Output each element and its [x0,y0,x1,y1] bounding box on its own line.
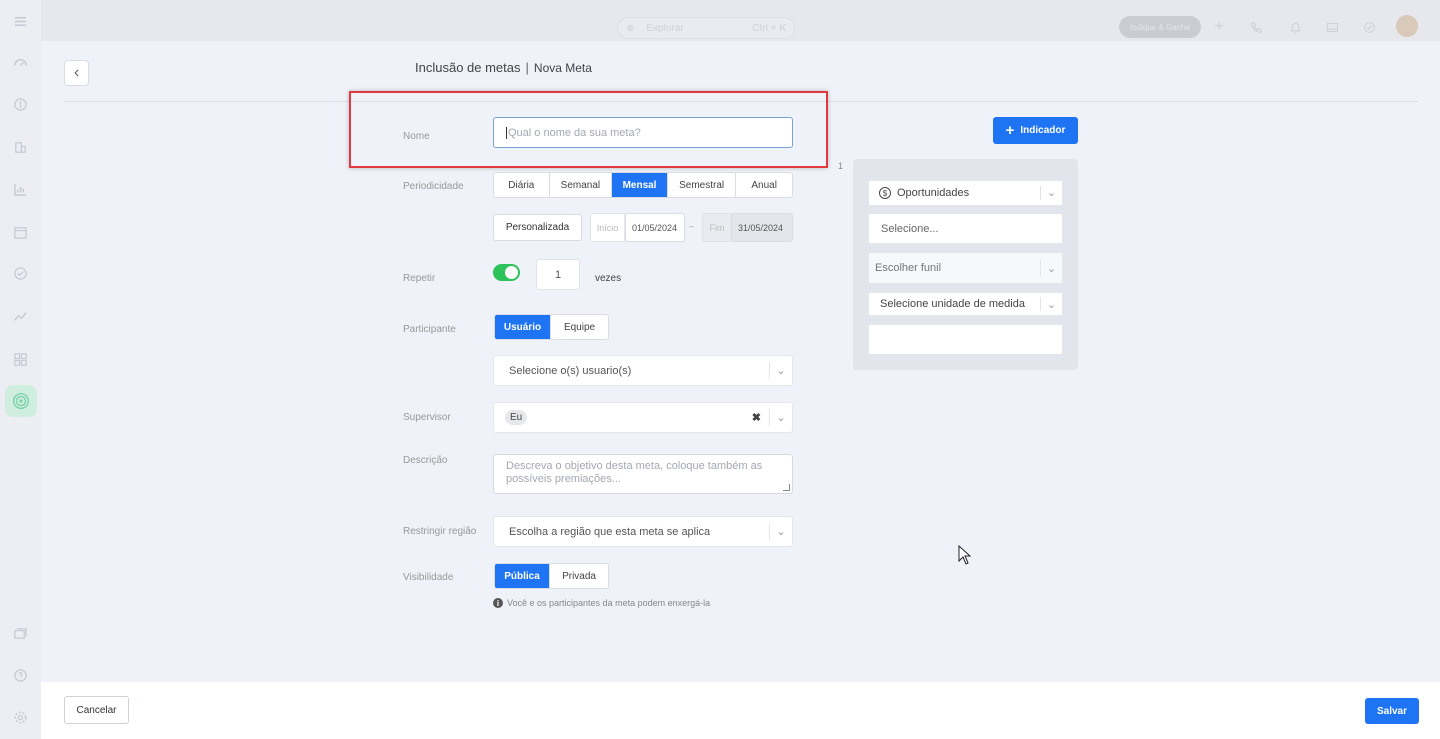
menu-icon[interactable] [12,13,29,30]
period-label: Periodicidade [403,181,464,192]
check-circle-icon[interactable] [12,265,29,282]
period-option-semester[interactable]: Semestral [668,173,737,197]
calendar-icon[interactable] [12,224,29,241]
resize-handle[interactable] [783,484,790,491]
description-textarea[interactable]: Descreva o objetivo desta meta, coloque … [493,454,793,494]
participant-label: Participante [403,324,456,335]
add-indicator-button[interactable]: + Indicador [993,117,1078,144]
start-date-input[interactable]: 01/05/2024 [625,213,685,242]
modal-footer: Cancelar Salvar [41,682,1440,739]
visibility-option-private[interactable]: Privada [550,564,608,588]
save-button[interactable]: Salvar [1365,698,1419,724]
supervisor-select[interactable]: Eu ✖ ⌄ [493,402,793,433]
date-range-separator: – [689,221,695,231]
building-icon[interactable] [12,139,29,156]
explore-search[interactable]: ⊗ Explorar Ctrl + K [617,17,795,39]
repeat-count-input[interactable]: 1 [536,259,580,290]
chevron-down-icon: ⌄ [769,522,792,541]
participant-selector: Usuário Equipe [494,314,609,340]
chevron-down-icon: ⌄ [1040,259,1062,277]
mouse-cursor-icon [958,545,972,565]
users-select[interactable]: Selecione o(s) usuario(s) ⌄ [493,355,793,386]
participant-option-team[interactable]: Equipe [551,315,608,339]
visibility-label: Visibilidade [403,572,454,583]
bell-icon[interactable] [1288,20,1302,34]
goals-icon[interactable] [5,385,37,417]
visibility-selector: Pública Privada [494,563,609,589]
chevron-down-icon: ⌄ [769,408,792,427]
supervisor-label: Supervisor [403,412,451,423]
plus-icon: + [1005,121,1015,139]
check-icon[interactable] [1362,20,1376,34]
repeat-toggle[interactable] [493,264,520,281]
indicator-type-select[interactable]: $ Oportunidades ⌄ [868,180,1063,206]
chevron-down-icon: ⌄ [1040,185,1062,201]
unit-select[interactable]: Selecione unidade de medida ⌄ [868,292,1063,316]
dashboard-icon[interactable] [12,54,29,71]
chevron-down-icon: ⌄ [1040,297,1062,311]
name-label: Nome [403,131,430,142]
indicator-target-input[interactable] [868,324,1063,355]
dollar-icon[interactable] [12,96,29,113]
chevron-down-icon: ⌄ [769,361,792,380]
goal-modal: Inclusão de metas | Nova Meta Nome Qual … [41,41,1440,739]
page-title: Inclusão de metas | Nova Meta [415,60,592,75]
repeat-suffix: vezes [595,273,622,284]
phone-icon[interactable] [1249,20,1263,34]
period-selector: Diária Semanal Mensal Semestral Anual [493,172,793,198]
end-date-label: Fim [702,213,732,242]
region-label: Restringir região [403,526,477,537]
info-icon: i [493,598,503,608]
indicator-value-select[interactable]: Selecione... [868,213,1063,244]
repeat-label: Repetir [403,273,436,284]
back-button[interactable] [64,60,89,86]
dollar-icon: $ [879,187,891,199]
header-divider [64,101,1418,102]
stack-icon[interactable] [12,624,29,641]
indique-ganhe-button[interactable]: Indique & Ganhe [1119,16,1201,38]
visibility-hint: i Você e os participantes da meta podem … [493,598,710,608]
region-select[interactable]: Escolha a região que esta meta se aplica… [493,516,793,547]
period-option-monthly[interactable]: Mensal [612,173,668,197]
text-caret [506,126,507,139]
participant-option-user[interactable]: Usuário [495,315,552,339]
trend-icon[interactable] [12,308,29,325]
left-sidebar [0,0,41,739]
start-date-label: Início [590,213,625,242]
user-avatar[interactable] [1396,15,1418,37]
period-option-yearly[interactable]: Anual [736,173,792,197]
visibility-option-public[interactable]: Pública [495,564,551,588]
cancel-button[interactable]: Cancelar [64,696,129,724]
apps-icon[interactable] [12,351,29,368]
goal-name-input[interactable]: Qual o nome da sua meta? [493,117,793,148]
help-icon[interactable] [12,667,29,684]
chart-icon[interactable] [12,181,29,198]
plus-icon[interactable]: + [1212,18,1226,35]
custom-period-button[interactable]: Personalizada [493,214,582,241]
period-option-weekly[interactable]: Semanal [550,173,613,197]
supervisor-chip: Eu [505,410,528,425]
settings-gear-icon[interactable] [12,709,29,726]
description-label: Descrição [403,455,448,466]
inbox-icon[interactable] [1325,20,1339,34]
period-option-daily[interactable]: Diária [494,173,550,197]
chevron-left-icon [73,69,79,77]
clear-icon[interactable]: ✖ [752,411,761,424]
search-icon: ⊗ [626,22,635,34]
indicator-card: $ Oportunidades ⌄ Selecione... Escolher … [853,159,1078,370]
funnel-select[interactable]: Escolher funil ⌄ [868,252,1063,284]
indicator-index: 1 [838,161,844,171]
end-date-input: 31/05/2024 [731,213,793,242]
